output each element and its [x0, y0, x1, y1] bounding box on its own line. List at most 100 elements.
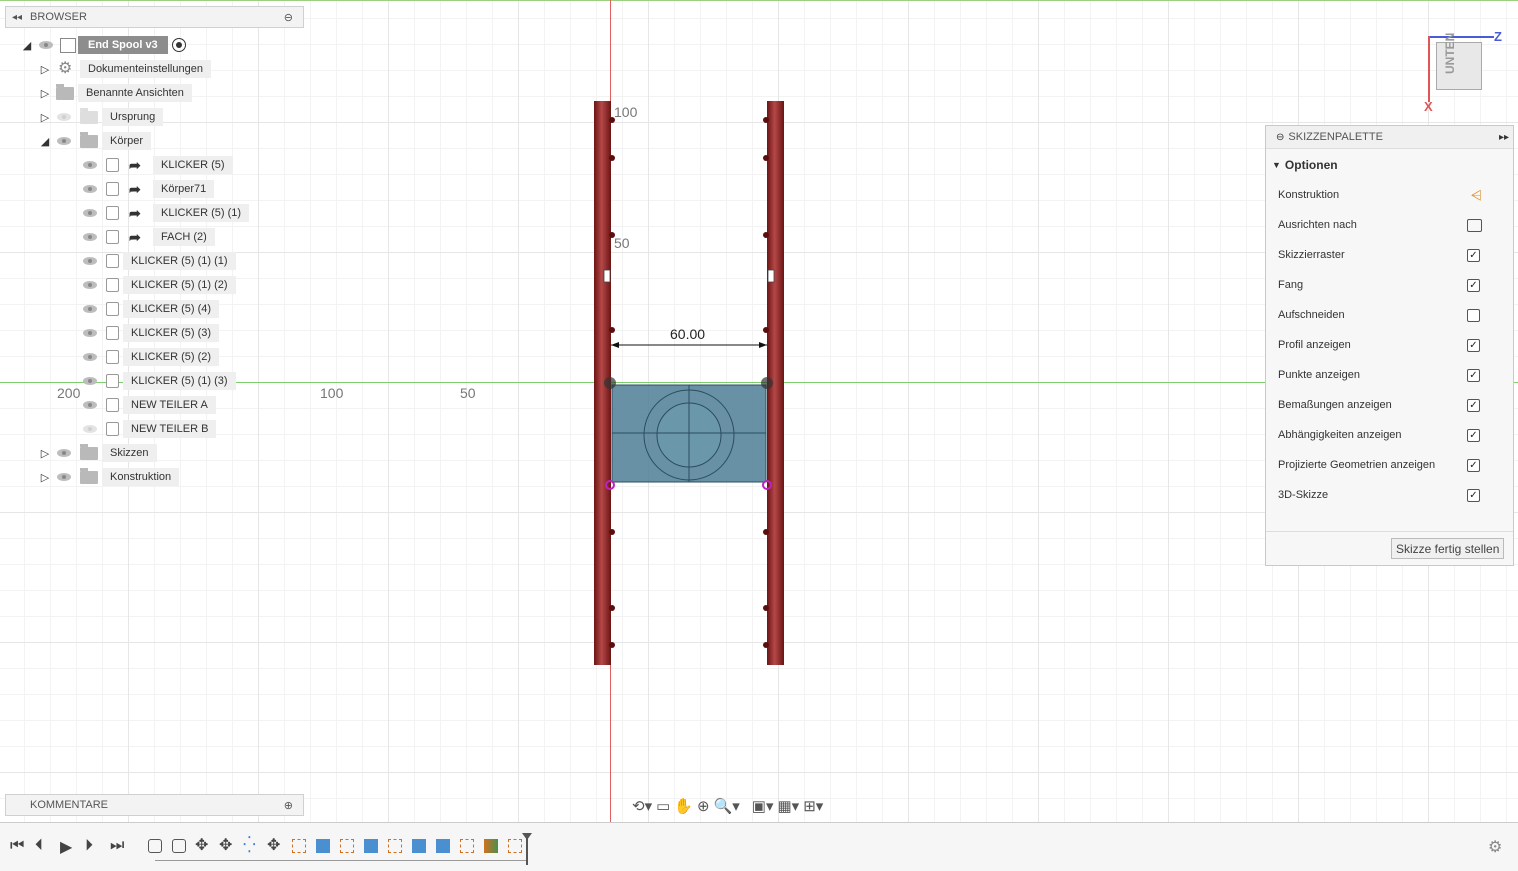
move-feature-icon[interactable]: ✥ [219, 835, 232, 855]
zoom-icon[interactable]: ⊕ [697, 797, 710, 815]
sketch-feature-icon[interactable] [388, 839, 402, 853]
tree-item-body[interactable]: KLICKER (5) (4) [78, 299, 220, 319]
tree-item-body[interactable]: KLICKER (5) (1) (2) [78, 275, 236, 295]
eye-icon[interactable] [82, 279, 98, 291]
collapsed-triangle-icon[interactable]: ▷ [38, 87, 52, 100]
expand-icon[interactable]: ▸▸ [1499, 132, 1509, 143]
step-forward-icon[interactable]: ⏵ [85, 837, 93, 855]
tree-item-body[interactable]: ➦ KLICKER (5) [78, 155, 233, 175]
view-cube[interactable]: UNTEN Z X [1424, 29, 1502, 114]
collapsed-triangle-icon[interactable]: ▷ [38, 471, 52, 484]
palette-row-punkte[interactable]: Punkte anzeigen ✓ [1278, 360, 1502, 390]
eye-icon[interactable] [82, 375, 98, 387]
palette-row-konstruktion[interactable]: Konstruktion ⩤ [1278, 180, 1502, 210]
checkbox[interactable]: ✓ [1467, 338, 1480, 352]
palette-row-projizierte[interactable]: Projizierte Geometrien anzeigen ✓ [1278, 450, 1502, 480]
go-to-start-icon[interactable]: ⏮ [10, 837, 24, 855]
browser-header[interactable]: ◂◂ BROWSER ⊖ [5, 6, 304, 28]
gear-icon[interactable]: ⚙ [1488, 837, 1502, 857]
palette-header[interactable]: ⊖ SKIZZENPALETTE ▸▸ [1266, 126, 1513, 149]
checkbox[interactable]: ✓ [1467, 248, 1480, 262]
tree-item-body[interactable]: KLICKER (5) (2) [78, 347, 220, 367]
collapsed-triangle-icon[interactable]: ▷ [38, 111, 52, 124]
orbit-icon[interactable]: ⟲▾ [632, 797, 652, 815]
eye-icon[interactable] [38, 39, 54, 51]
palette-row-3d-skizze[interactable]: 3D-Skizze ✓ [1278, 480, 1502, 510]
tree-item-dokumenteinstellungen[interactable]: ▷ ⚙ Dokumenteinstellungen [38, 59, 211, 79]
sketch-feature-icon[interactable] [340, 839, 354, 853]
tree-item-body[interactable]: ➦ Körper71 [78, 179, 215, 199]
eye-icon[interactable] [82, 159, 98, 171]
eye-icon[interactable] [82, 303, 98, 315]
checkbox[interactable]: ✓ [1467, 368, 1480, 382]
tree-item-koerper[interactable]: ◢ Körper [38, 131, 152, 151]
eye-icon[interactable] [82, 399, 98, 411]
tree-item-body[interactable]: ➦ KLICKER (5) (1) [78, 203, 250, 223]
comments-header[interactable]: KOMMENTARE ⊕ [5, 794, 304, 816]
feature-icon[interactable] [172, 839, 186, 853]
move-feature-icon[interactable]: ✥ [267, 835, 280, 855]
root-component-label[interactable]: End Spool v3 [78, 36, 168, 54]
display-settings-icon[interactable]: ▣▾ [752, 797, 774, 815]
dimension-label[interactable]: 60.00 [670, 326, 705, 342]
activate-radio-icon[interactable] [171, 38, 186, 52]
eye-icon[interactable] [82, 351, 98, 363]
finish-sketch-button[interactable]: Skizze fertig stellen [1391, 538, 1505, 559]
extrude-feature-icon[interactable] [436, 839, 450, 853]
eye-icon[interactable] [56, 135, 72, 147]
marker-head-icon[interactable] [522, 833, 532, 840]
tree-root[interactable]: ◢ End Spool v3 [20, 35, 186, 55]
eye-icon[interactable] [82, 231, 98, 243]
tree-item-konstruktion[interactable]: ▷ Konstruktion [38, 467, 180, 487]
section-optionen[interactable]: ▼ Optionen [1272, 158, 1338, 172]
step-back-icon[interactable]: ⏴ [35, 837, 43, 855]
palette-row-ausrichten[interactable]: Ausrichten nach [1278, 210, 1502, 240]
collapse-icon[interactable]: ◂◂ [12, 12, 22, 23]
expanded-triangle-icon[interactable]: ◢ [20, 39, 34, 52]
go-to-end-icon[interactable]: ⏭ [110, 837, 124, 855]
collapsed-triangle-icon[interactable]: ▷ [38, 63, 52, 76]
tree-item-body[interactable]: KLICKER (5) (3) [78, 323, 220, 343]
pan-hand-icon[interactable]: ✋ [674, 797, 693, 815]
checkbox[interactable] [1467, 308, 1480, 322]
eye-icon[interactable] [82, 207, 98, 219]
move-feature-icon[interactable]: ✥ [195, 835, 208, 855]
combine-feature-icon[interactable] [484, 839, 498, 853]
palette-row-abhaengigkeiten[interactable]: Abhängigkeiten anzeigen ✓ [1278, 420, 1502, 450]
tree-item-skizzen[interactable]: ▷ Skizzen [38, 443, 157, 463]
eye-icon[interactable] [56, 471, 72, 483]
expanded-triangle-icon[interactable]: ◢ [38, 135, 52, 148]
palette-row-skizzierraster[interactable]: Skizzierraster ✓ [1278, 240, 1502, 270]
palette-row-profil[interactable]: Profil anzeigen ✓ [1278, 330, 1502, 360]
extrude-feature-icon[interactable] [364, 839, 378, 853]
look-at-icon[interactable] [1467, 218, 1482, 232]
extrude-feature-icon[interactable] [412, 839, 426, 853]
play-icon[interactable]: ▶ [60, 837, 72, 857]
checkbox[interactable]: ✓ [1467, 488, 1480, 502]
construction-icon[interactable]: ⩤ [1471, 187, 1482, 204]
eye-icon[interactable] [56, 447, 72, 459]
eye-icon[interactable] [82, 327, 98, 339]
checkbox[interactable]: ✓ [1467, 398, 1480, 412]
eye-icon[interactable] [82, 255, 98, 267]
pattern-feature-icon[interactable]: ⁛ [243, 835, 256, 855]
minus-icon[interactable]: ⊖ [284, 11, 293, 24]
eye-hidden-icon[interactable] [82, 423, 98, 435]
feature-icon[interactable] [148, 839, 162, 853]
add-comment-icon[interactable]: ⊕ [284, 799, 293, 812]
checkbox[interactable]: ✓ [1467, 278, 1480, 292]
viewports-icon[interactable]: ⊞▾ [803, 797, 823, 815]
tree-item-body[interactable]: KLICKER (5) (1) (1) [78, 251, 236, 271]
tree-item-ursprung[interactable]: ▷ Ursprung [38, 107, 164, 127]
palette-row-bemassungen[interactable]: Bemaßungen anzeigen ✓ [1278, 390, 1502, 420]
eye-icon[interactable] [82, 183, 98, 195]
sketch-feature-icon[interactable] [508, 839, 522, 853]
eye-hidden-icon[interactable] [56, 111, 72, 123]
minus-icon[interactable]: ⊖ [1276, 132, 1284, 143]
zoom-window-icon[interactable]: 🔍▾ [714, 797, 740, 815]
checkbox[interactable]: ✓ [1467, 428, 1480, 442]
palette-row-fang[interactable]: Fang ✓ [1278, 270, 1502, 300]
tree-item-body[interactable]: NEW TEILER A [78, 395, 216, 415]
expanded-triangle-icon[interactable]: ▼ [1272, 160, 1281, 170]
model-geometry[interactable] [590, 95, 790, 670]
